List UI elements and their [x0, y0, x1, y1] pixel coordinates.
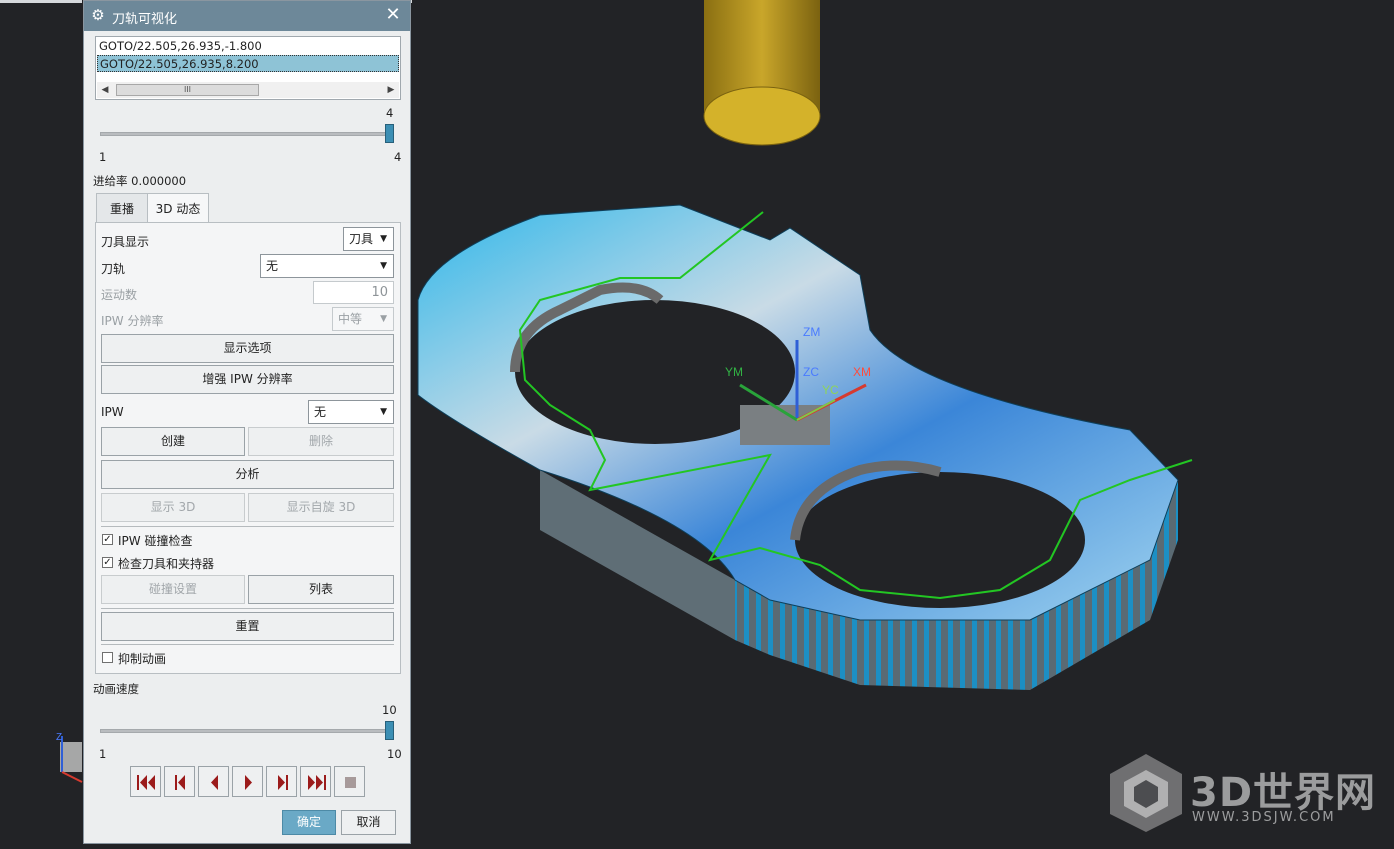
enhance-ipw-resolution-button[interactable]: 增强 IPW 分辨率 — [101, 365, 394, 394]
svg-text:YM: YM — [725, 365, 743, 379]
list-button[interactable]: 列表 — [248, 575, 394, 604]
tool-display-dropdown[interactable]: 刀具 ▼ — [343, 227, 394, 251]
svg-text:Z: Z — [56, 732, 62, 743]
suppress-animation-label: 抑制动画 — [118, 652, 167, 666]
toolpath-visualization-dialog: ⚙ 刀轨可视化 ✕ GOTO/22.505,26.935,-1.800 GOTO… — [83, 0, 411, 844]
speed-slider-track[interactable] — [100, 729, 392, 733]
watermark: 3D世界网 WWW.3DSJW.COM — [1108, 752, 1378, 834]
list-item-selected[interactable]: GOTO/22.505,26.935,8.200 — [97, 55, 399, 72]
position-slider-min: 1 — [99, 150, 107, 164]
show-spin-3d-button[interactable]: 显示自旋 3D — [248, 493, 394, 522]
dialog-title: 刀轨可视化 — [112, 12, 178, 27]
cancel-button[interactable]: 取消 — [341, 810, 396, 835]
create-button[interactable]: 创建 — [101, 427, 245, 456]
suppress-animation-checkbox[interactable] — [102, 652, 113, 663]
chevron-down-icon: ▼ — [380, 407, 387, 417]
play-reverse-icon — [211, 775, 218, 790]
ipw-dropdown[interactable]: 无 ▼ — [308, 400, 394, 424]
delete-button[interactable]: 删除 — [248, 427, 394, 456]
step-back-icon — [175, 775, 185, 790]
speed-slider-thumb[interactable] — [385, 721, 394, 740]
divider — [101, 644, 394, 645]
dialog-titlebar[interactable]: ⚙ 刀轨可视化 ✕ — [84, 1, 410, 31]
scroll-thumb[interactable]: III — [116, 84, 259, 96]
tool-display-label: 刀具显示 — [101, 235, 150, 249]
position-slider-thumb[interactable] — [385, 124, 394, 143]
svg-text:XM: XM — [853, 365, 871, 379]
play-forward-icon — [245, 775, 252, 790]
divider — [101, 608, 394, 609]
ok-button[interactable]: 确定 — [282, 810, 336, 835]
step-back-button[interactable] — [164, 766, 195, 797]
play-forward-button[interactable] — [232, 766, 263, 797]
step-forward-button[interactable] — [266, 766, 297, 797]
motion-count-field[interactable]: 10 — [313, 281, 394, 304]
view-triad: Z — [56, 732, 83, 783]
position-slider-value: 4 — [386, 106, 394, 120]
reset-button[interactable]: 重置 — [101, 612, 394, 641]
position-slider-track[interactable] — [100, 132, 392, 136]
speed-slider-min: 1 — [99, 747, 107, 761]
window-top-strip — [0, 0, 82, 3]
tab-3d-dynamic[interactable]: 3D 动态 — [147, 193, 209, 224]
motion-count-label: 运动数 — [101, 288, 138, 302]
watermark-url: WWW.3DSJW.COM — [1192, 810, 1336, 825]
scroll-right-icon[interactable]: ▶ — [385, 84, 397, 96]
speed-slider-max: 10 — [387, 747, 402, 761]
cutting-tool — [703, 0, 821, 146]
divider — [101, 526, 394, 527]
gear-icon: ⚙ — [91, 6, 105, 24]
tab-3d-dynamic-panel: 刀具显示 刀具 ▼ 刀轨 无 ▼ 运动数 10 IPW 分辨率 中等 ▼ 显示选项 增… — [95, 222, 401, 674]
fast-forward-icon — [308, 775, 326, 790]
close-icon[interactable]: ✕ — [384, 6, 402, 24]
svg-text:ZC: ZC — [803, 365, 819, 379]
rewind-to-start-icon — [137, 775, 155, 790]
ipw-collision-checkbox[interactable]: ✓ — [102, 534, 113, 545]
chevron-down-icon: ▼ — [380, 234, 387, 244]
ipw-resolution-dropdown[interactable]: 中等 ▼ — [332, 307, 394, 331]
display-options-button[interactable]: 显示选项 — [101, 334, 394, 363]
speed-slider-value: 10 — [382, 703, 397, 717]
animation-speed-label: 动画速度 — [93, 682, 139, 696]
position-slider-max: 4 — [394, 150, 402, 164]
toolpath-listing[interactable]: GOTO/22.505,26.935,-1.800 GOTO/22.505,26… — [95, 36, 401, 100]
feed-rate-readout: 进给率 0.000000 — [93, 174, 187, 188]
fast-forward-button[interactable] — [300, 766, 331, 797]
toolpath-dropdown[interactable]: 无 ▼ — [260, 254, 394, 278]
collision-settings-button[interactable]: 碰撞设置 — [101, 575, 245, 604]
stop-icon — [345, 777, 356, 788]
scroll-left-icon[interactable]: ◀ — [99, 84, 111, 96]
svg-text:ZM: ZM — [803, 325, 820, 339]
chevron-down-icon: ▼ — [380, 261, 387, 271]
tab-replay[interactable]: 重播 — [96, 193, 148, 223]
step-forward-icon — [278, 775, 288, 790]
stop-button[interactable] — [334, 766, 365, 797]
show-3d-button[interactable]: 显示 3D — [101, 493, 245, 522]
check-tool-holder-checkbox[interactable]: ✓ — [102, 557, 113, 568]
ipw-label: IPW — [101, 405, 124, 419]
play-reverse-button[interactable] — [198, 766, 229, 797]
rewind-to-start-button[interactable] — [130, 766, 161, 797]
chevron-down-icon: ▼ — [380, 314, 387, 324]
list-item[interactable]: GOTO/22.505,26.935,-1.800 — [97, 38, 399, 55]
analyze-button[interactable]: 分析 — [101, 460, 394, 489]
ipw-collision-label: IPW 碰撞检查 — [118, 534, 193, 548]
horizontal-scrollbar[interactable]: ◀ III ▶ — [97, 82, 399, 98]
svg-text:YC: YC — [822, 383, 839, 397]
ipw-resolution-label: IPW 分辨率 — [101, 314, 164, 328]
check-tool-holder-label: 检查刀具和夹持器 — [118, 557, 215, 571]
brand-logo-icon — [1110, 754, 1182, 832]
toolpath-label: 刀轨 — [101, 262, 126, 276]
